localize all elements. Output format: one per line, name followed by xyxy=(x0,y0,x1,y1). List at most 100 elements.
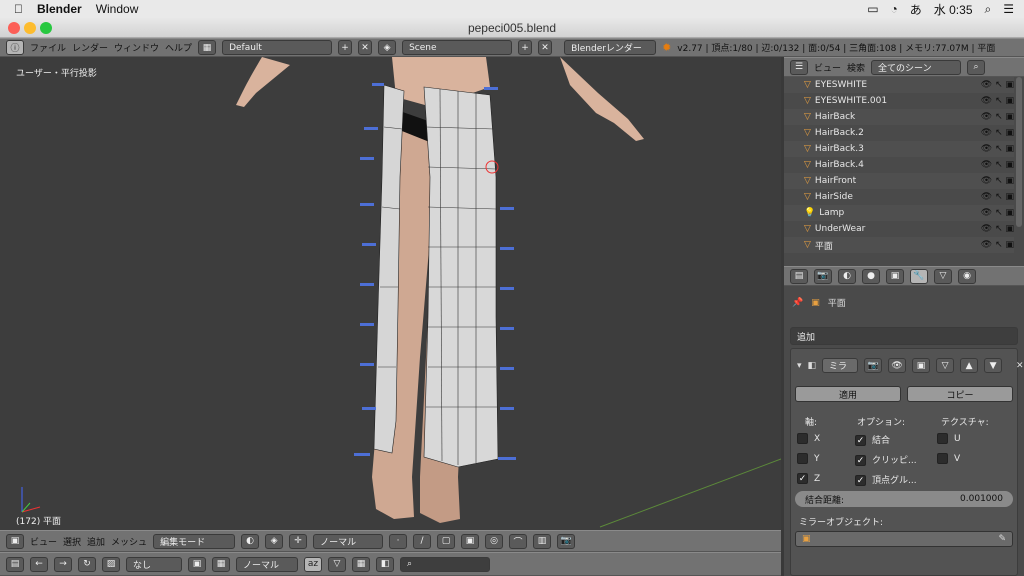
sticky-icon[interactable]: ▦ xyxy=(212,556,230,572)
outliner-editor-icon[interactable]: ☰ xyxy=(790,59,808,75)
row-toggle-icons[interactable]: 👁 ↖ ▣ xyxy=(981,144,1014,154)
clock[interactable]: 水 0:35 xyxy=(934,1,973,18)
outliner-row[interactable]: ▽ EYESWHITE.001 👁 ↖ ▣ xyxy=(784,93,1014,109)
outliner-row[interactable]: ▽ HairBack 👁 ↖ ▣ xyxy=(784,109,1014,125)
outliner-row[interactable]: ▽ EYESWHITE 👁 ↖ ▣ xyxy=(784,77,1014,93)
outliner-filter-select[interactable]: 全てのシーン xyxy=(871,59,962,75)
collapse-icon[interactable]: ▾ xyxy=(797,361,802,371)
viewport-toggle-icon[interactable]: 👁 xyxy=(888,358,907,373)
pivot-select[interactable]: なし xyxy=(126,556,182,572)
outliner-scrollbar[interactable] xyxy=(1016,77,1022,227)
render-tab-icon[interactable]: 📷 xyxy=(814,268,832,284)
outliner-search-icon[interactable]: ⌕ xyxy=(967,59,986,75)
layout-icon[interactable]: ▦ xyxy=(198,40,217,55)
info-editor-icon[interactable]: ⓘ xyxy=(6,40,24,55)
editmode-toggle-icon[interactable]: ▣ xyxy=(912,358,931,373)
airplay-icon[interactable]: ▭ xyxy=(867,2,878,16)
transform-orientation-select[interactable]: ノーマル xyxy=(313,533,384,549)
nav-left-icon[interactable]: ← xyxy=(30,556,48,572)
object-tab-icon[interactable]: ▣ xyxy=(886,268,904,284)
merge-distance-field[interactable]: 結合距離: 0.001000 xyxy=(795,491,1013,507)
mode-select[interactable]: 編集モード xyxy=(153,533,236,549)
snap-icon[interactable]: ⌒ xyxy=(509,533,528,549)
sync-select-icon[interactable]: ▣ xyxy=(188,556,206,572)
eyedropper-icon[interactable]: ✎ xyxy=(998,534,1006,544)
scene-remove-icon[interactable]: ✕ xyxy=(538,40,553,55)
wifi-icon[interactable]: ◔ xyxy=(891,2,898,16)
add-menu[interactable]: 追加 xyxy=(87,535,105,548)
layout-add-icon[interactable]: + xyxy=(338,40,353,55)
sort-icon[interactable]: az xyxy=(304,556,322,572)
outliner-row[interactable]: ▽ HairBack.2 👁 ↖ ▣ xyxy=(784,125,1014,141)
filter-icon[interactable]: ▽ xyxy=(328,556,346,572)
occlude-icon[interactable]: ▣ xyxy=(461,533,480,549)
vertex-group-checkbox[interactable]: ✓ 頂点グル... xyxy=(855,473,917,486)
image-icon[interactable]: ▨ xyxy=(102,556,120,572)
row-toggle-icons[interactable]: 👁 ↖ ▣ xyxy=(981,240,1014,250)
render-engine-select[interactable]: Blenderレンダー xyxy=(564,40,657,55)
3d-viewport[interactable]: ユーザー・平行投影 (172) 平面 xyxy=(0,57,781,530)
row-toggle-icons[interactable]: 👁 ↖ ▣ xyxy=(981,176,1014,186)
move-down-icon[interactable]: ▼ xyxy=(984,358,1003,373)
layout-remove-icon[interactable]: ✕ xyxy=(358,40,373,55)
scene-select[interactable]: Scene xyxy=(402,40,513,55)
add-modifier-dropdown[interactable]: 追加 xyxy=(790,327,1018,345)
nav-right-icon[interactable]: → xyxy=(54,556,72,572)
texture-v-checkbox[interactable]: V xyxy=(937,453,960,464)
row-toggle-icons[interactable]: 👁 ↖ ▣ xyxy=(981,128,1014,138)
row-toggle-icons[interactable]: 👁 ↖ ▣ xyxy=(981,192,1014,202)
mirror-object-field[interactable]: ▣ ✎ xyxy=(795,531,1013,547)
display-icon[interactable]: ◧ xyxy=(376,556,394,572)
outliner-row[interactable]: ▽ HairFront 👁 ↖ ▣ xyxy=(784,173,1014,189)
move-up-icon[interactable]: ▲ xyxy=(960,358,979,373)
row-toggle-icons[interactable]: 👁 ↖ ▣ xyxy=(981,224,1014,234)
menu-list-icon[interactable]: ☰ xyxy=(1003,2,1014,16)
outliner-row[interactable]: ▽ UnderWear 👁 ↖ ▣ xyxy=(784,221,1014,237)
merge-checkbox[interactable]: ✓ 結合 xyxy=(855,433,890,446)
uv-editor-icon[interactable]: ▤ xyxy=(6,556,24,572)
material-tab-icon[interactable]: ◉ xyxy=(958,268,976,284)
face-select-icon[interactable]: ▢ xyxy=(437,533,456,549)
select-menu[interactable]: 選択 xyxy=(63,535,81,548)
outliner-menu-search[interactable]: 検索 xyxy=(847,61,865,74)
axis-z-checkbox[interactable]: ✓ Z xyxy=(797,473,820,484)
outliner-row[interactable]: 💡 Lamp 👁 ↖ ▣ xyxy=(784,205,1014,221)
scene-tab-icon[interactable]: ◐ xyxy=(838,268,856,284)
axis-x-checkbox[interactable]: X xyxy=(797,433,820,444)
outliner-row[interactable]: ▽ HairSide 👁 ↖ ▣ xyxy=(784,189,1014,205)
grid-icon[interactable]: ▦ xyxy=(352,556,370,572)
render-toggle-icon[interactable]: 📷 xyxy=(864,358,883,373)
axis-y-checkbox[interactable]: Y xyxy=(797,453,820,464)
viewport-shading-icon[interactable]: ◐ xyxy=(241,533,260,549)
row-toggle-icons[interactable]: 👁 ↖ ▣ xyxy=(981,80,1014,90)
window-menu[interactable]: Window xyxy=(96,2,139,16)
clipping-checkbox[interactable]: ✓ クリッピ... xyxy=(855,453,917,466)
menu-window[interactable]: ウィンドウ xyxy=(114,41,159,54)
row-toggle-icons[interactable]: 👁 ↖ ▣ xyxy=(981,112,1014,122)
modifier-name-field[interactable]: ミラ xyxy=(822,358,859,373)
data-tab-icon[interactable]: ▽ xyxy=(934,268,952,284)
proportional-edit-icon[interactable]: ◎ xyxy=(485,533,504,549)
scene-add-icon[interactable]: + xyxy=(518,40,533,55)
menu-render[interactable]: レンダー xyxy=(72,41,108,54)
outliner-row[interactable]: ▽ HairBack.4 👁 ↖ ▣ xyxy=(784,157,1014,173)
layout-select[interactable]: Default xyxy=(222,40,333,55)
render-preview-icon[interactable]: 📷 xyxy=(557,533,576,549)
mesh-menu[interactable]: メッシュ xyxy=(111,535,147,548)
view-menu[interactable]: ビュー xyxy=(30,535,57,548)
3d-editor-icon[interactable]: ▣ xyxy=(6,533,24,549)
pivot-point-icon[interactable]: ◈ xyxy=(265,533,284,549)
cage-toggle-icon[interactable]: ▽ xyxy=(936,358,955,373)
outliner-menu-view[interactable]: ビュー xyxy=(814,61,841,74)
edge-select-icon[interactable]: / xyxy=(413,533,432,549)
menu-help[interactable]: ヘルプ xyxy=(165,41,192,54)
vertex-select-icon[interactable]: · xyxy=(389,533,408,549)
menu-file[interactable]: ファイル xyxy=(30,41,66,54)
modifier-tab-icon[interactable]: 🔧 xyxy=(910,268,928,284)
orientation-select[interactable]: ノーマル xyxy=(236,556,298,572)
row-toggle-icons[interactable]: 👁 ↖ ▣ xyxy=(981,208,1014,218)
scene-icon[interactable]: ◈ xyxy=(378,40,397,55)
search-icon[interactable]: ⌕ xyxy=(985,2,992,17)
texture-u-checkbox[interactable]: U xyxy=(937,433,961,444)
manipulator-icon[interactable]: ✛ xyxy=(289,533,308,549)
